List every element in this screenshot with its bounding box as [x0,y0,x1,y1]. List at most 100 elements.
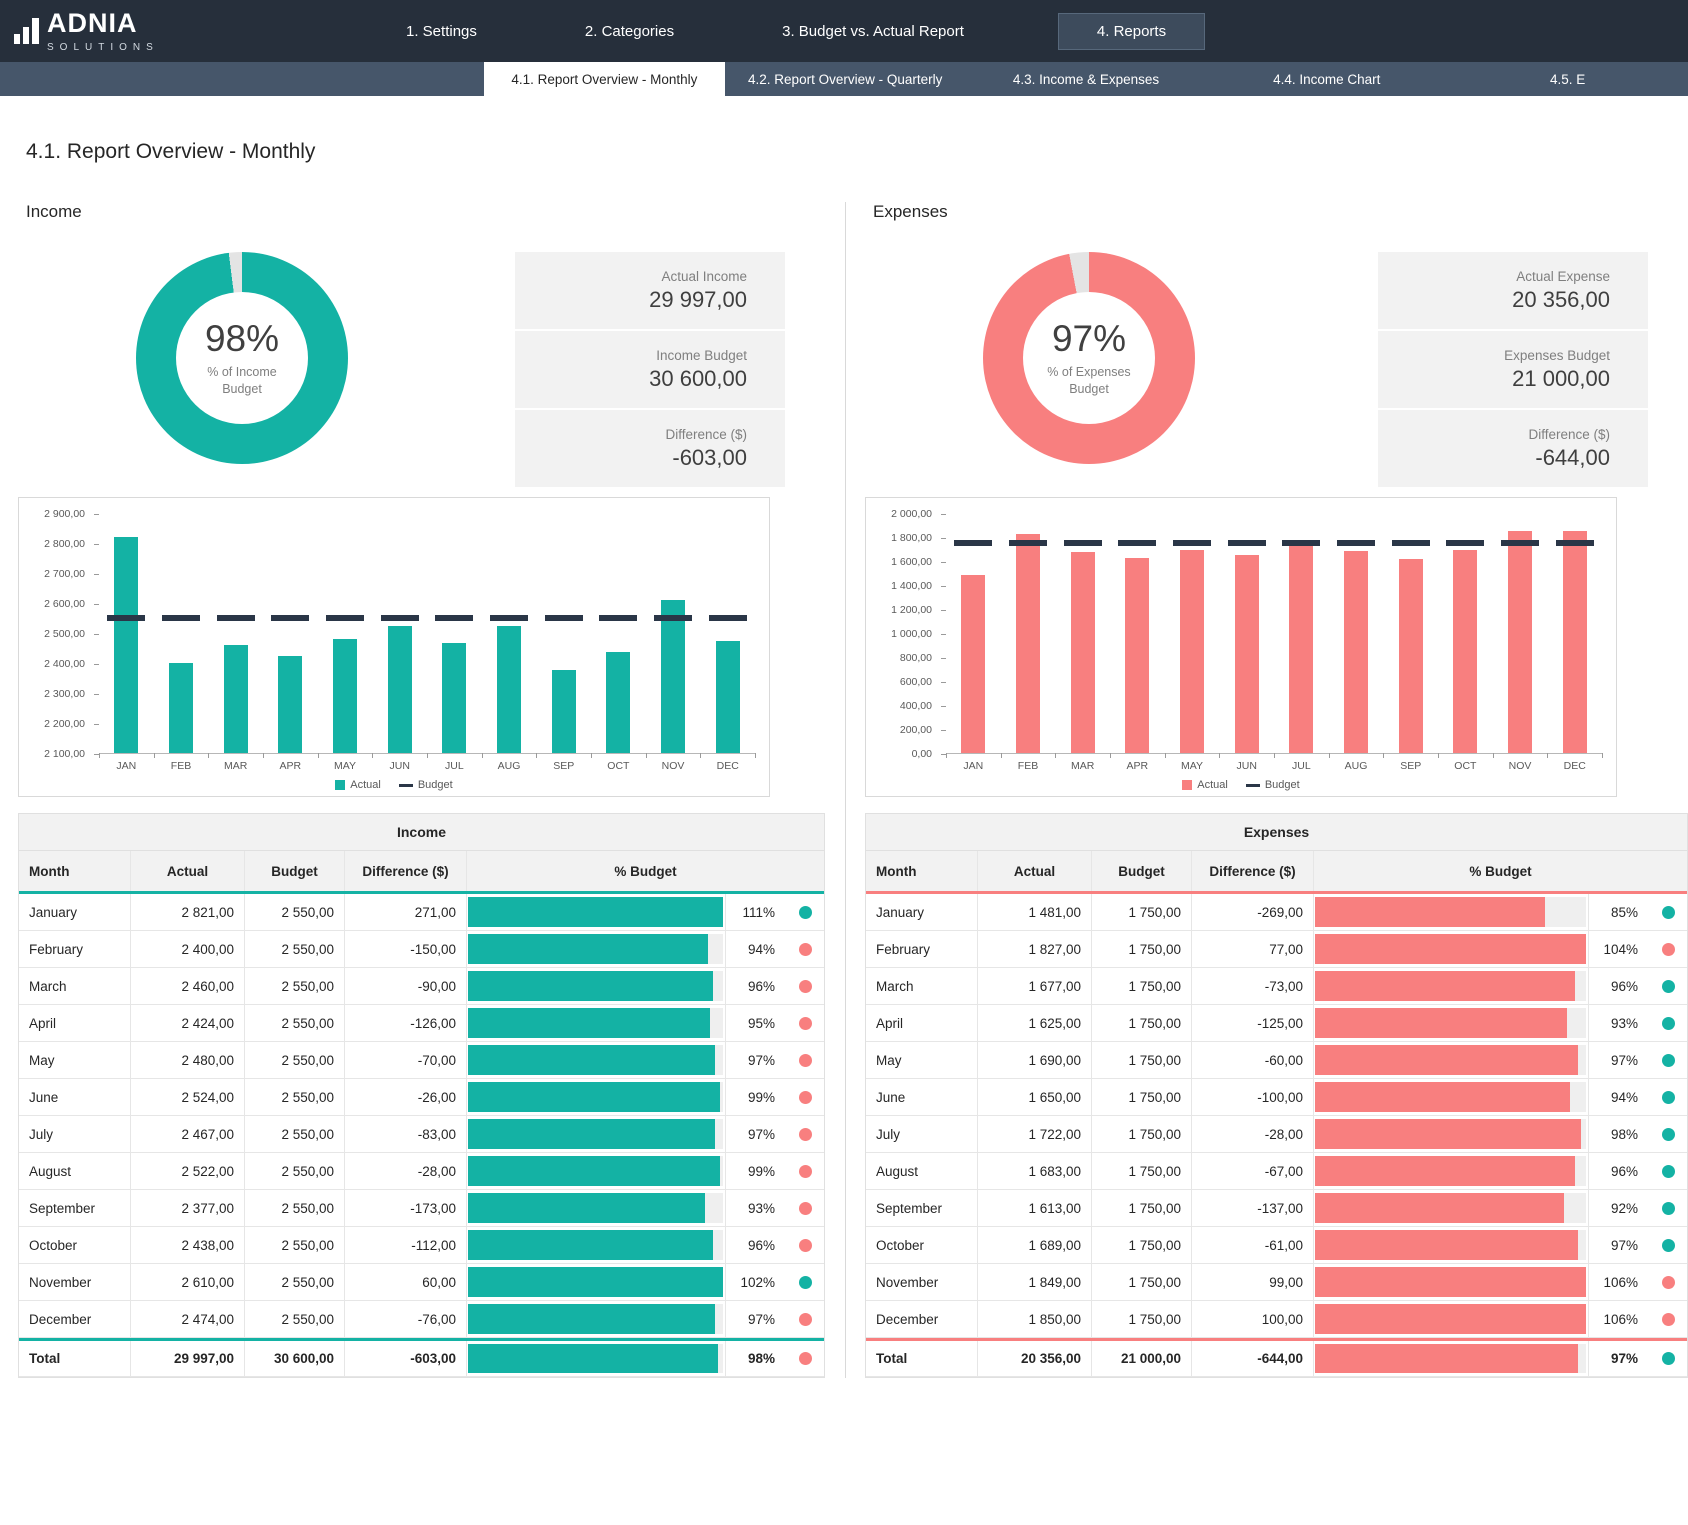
cell-month: April [19,1005,131,1041]
cell-budget: 2 550,00 [245,968,345,1004]
actual-bar-dec [716,641,740,753]
cell-actual: 1 689,00 [978,1227,1092,1263]
y-tick-label: 2 800,00 [19,538,85,550]
x-label-oct: OCT [1438,760,1493,772]
x-label-jun: JUN [1219,760,1274,772]
pct-bar-track [468,1045,723,1075]
actual-bar-apr [1125,558,1149,753]
actual-bar-feb [169,663,193,753]
cell-actual: 2 467,00 [131,1116,245,1152]
cell-budget: 1 750,00 [1092,1005,1192,1041]
expenses-donut-chart: 97% % of Expenses Budget [983,252,1195,464]
cell-difference: -67,00 [1192,1153,1314,1189]
actual-bar-jul [1289,546,1313,753]
nav-item-2-categories[interactable]: 2. Categories [571,14,688,49]
actual-bar-jun [1235,555,1259,753]
pct-bar-track [1315,1156,1586,1186]
status-dot [1662,1128,1675,1141]
chart-slot-nov [1493,514,1548,753]
budget-dash-jun [381,615,419,621]
x-tick-mark [1165,753,1166,758]
cell-pct-value: 104% [1589,931,1649,967]
subnav-tab-4-5-e[interactable]: 4.5. E [1447,62,1688,96]
x-tick-mark [946,753,947,758]
cell-pct-value: 94% [1589,1079,1649,1115]
pct-bar-fill [1315,1304,1586,1334]
cell-pct-bar [467,1079,726,1115]
cell-pct-bar [1314,968,1589,1004]
cell-pct-value: 97% [726,1116,786,1152]
nav-item-4-reports[interactable]: 4. Reports [1058,13,1205,50]
status-dot [799,980,812,993]
cell-pct-value: 97% [1589,1042,1649,1078]
column-header-pct-budget: % Budget [467,851,824,891]
pct-bar-fill [1315,1193,1564,1223]
nav-item-1-settings[interactable]: 1. Settings [392,14,491,49]
y-tick-label: 1 800,00 [866,532,932,544]
x-label-jan: JAN [99,760,154,772]
cell-difference: 100,00 [1192,1301,1314,1337]
cell-status [1649,931,1687,967]
budget-dash-jan [107,615,145,621]
x-label-aug: AUG [482,760,537,772]
table-row-december: December2 474,002 550,00-76,0097% [19,1301,824,1338]
subnav-tab-4-1-report-overview-monthly[interactable]: 4.1. Report Overview - Monthly [484,62,725,96]
x-label-feb: FEB [1001,760,1056,772]
cell-actual: 1 650,00 [978,1079,1092,1115]
budget-dash-dec [1556,540,1594,546]
budget-dash-oct [599,615,637,621]
cell-pct-value: 106% [1589,1264,1649,1300]
cell-month: May [19,1042,131,1078]
actual-legend-swatch [1182,780,1192,790]
cell-difference: -112,00 [345,1227,467,1263]
cell-difference: -90,00 [345,968,467,1004]
status-dot [799,1352,812,1365]
actual-expense-stat: Actual Expense 20 356,00 [1378,252,1648,329]
pct-bar-fill [468,1119,715,1149]
nav-item-3-budget-vs-actual-report[interactable]: 3. Budget vs. Actual Report [768,14,978,49]
subnav-tab-4-2-report-overview-quarterly[interactable]: 4.2. Report Overview - Quarterly [725,62,966,96]
cell-pct-bar [1314,1042,1589,1078]
cell-pct-value: 97% [1589,1341,1649,1376]
chart-slot-apr [263,514,318,753]
cell-month: March [19,968,131,1004]
x-label-apr: APR [263,760,318,772]
budget-dash-aug [490,615,528,621]
x-label-jul: JUL [1274,760,1329,772]
cell-difference: -137,00 [1192,1190,1314,1226]
pct-bar-fill [468,971,713,1001]
chart-slot-aug [1329,514,1384,753]
status-dot [1662,980,1675,993]
cell-month: May [866,1042,978,1078]
table-title: Expenses [866,813,1687,851]
cell-month: November [19,1264,131,1300]
cell-status [1649,1079,1687,1115]
actual-bar-nov [1508,531,1532,753]
x-tick-mark [482,753,483,758]
subnav-tab-4-4-income-chart[interactable]: 4.4. Income Chart [1206,62,1447,96]
table-row-july: July2 467,002 550,00-83,0097% [19,1116,824,1153]
x-label-may: MAY [318,760,373,772]
cell-month: September [866,1190,978,1226]
status-dot [1662,943,1675,956]
cell-month: July [19,1116,131,1152]
chart-slot-sep [1383,514,1438,753]
cell-actual: 2 474,00 [131,1301,245,1337]
budget-dash-sep [545,615,583,621]
chart-slot-may [318,514,373,753]
pct-bar-track [468,971,723,1001]
y-tick-label: 2 000,00 [866,508,932,520]
cell-status [786,1116,824,1152]
x-label-jun: JUN [372,760,427,772]
cell-pct-value: 98% [1589,1116,1649,1152]
cell-budget: 1 750,00 [1092,1227,1192,1263]
chart-slot-nov [646,514,701,753]
pct-bar-fill [468,1304,715,1334]
subnav-tab-4-3-income-expenses[interactable]: 4.3. Income & Expenses [966,62,1207,96]
cell-difference: 60,00 [345,1264,467,1300]
x-tick-mark [1274,753,1275,758]
actual-bar-mar [224,645,248,753]
cell-month: June [866,1079,978,1115]
budget-dash-sep [1392,540,1430,546]
table-header-row: MonthActualBudgetDifference ($)% Budget [19,851,824,891]
